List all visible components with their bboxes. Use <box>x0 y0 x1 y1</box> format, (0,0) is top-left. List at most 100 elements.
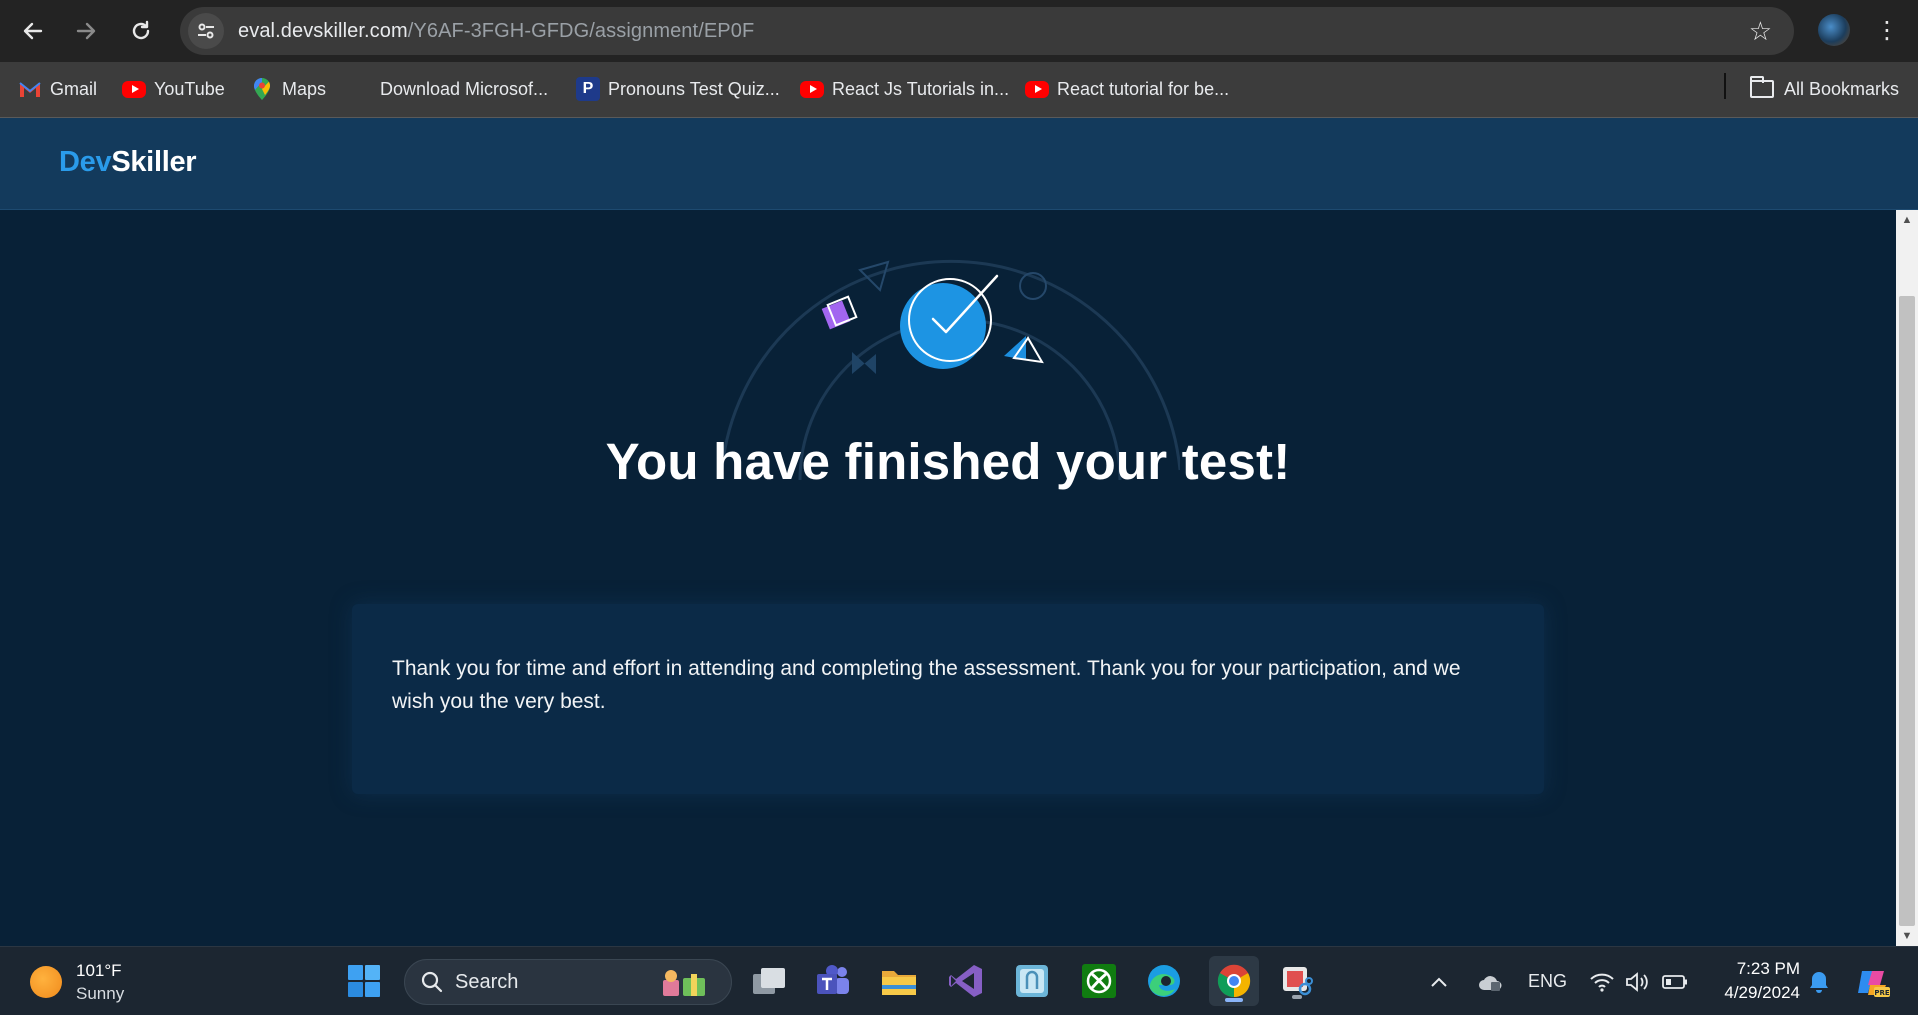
clock-time: 7:23 PM <box>1736 959 1800 978</box>
bookmark-label: Gmail <box>50 78 98 99</box>
wifi-icon <box>1590 973 1614 992</box>
sun-icon <box>30 966 62 998</box>
battery-icon <box>1662 974 1687 989</box>
tune-icon <box>198 23 214 39</box>
bookmark-label: React tutorial for be... <box>1057 78 1230 99</box>
weather-condition: Sunny <box>76 984 125 1003</box>
clock-date: 4/29/2024 <box>1724 983 1800 1002</box>
bookmark-microsoft[interactable]: Download Microsof... <box>350 74 548 104</box>
xbox-icon <box>1082 964 1116 998</box>
taskbar-search[interactable]: Search <box>404 959 732 1005</box>
reload-button[interactable] <box>122 12 160 50</box>
task-view-icon <box>753 968 785 994</box>
onedrive-button[interactable] <box>1477 947 1503 1015</box>
reload-icon <box>132 20 150 40</box>
bookmarks-divider <box>1724 73 1726 99</box>
snipping-tool-icon <box>1283 967 1313 996</box>
volume-icon <box>1626 971 1648 992</box>
system-clock[interactable]: 7:23 PM 4/29/2024 <box>1700 957 1800 1005</box>
windows-taskbar: 101°F Sunny Search ENG 7:23 PM 4/29/2024… <box>0 946 1918 1015</box>
back-button[interactable] <box>14 12 52 50</box>
volume-button[interactable] <box>1625 947 1651 1015</box>
wifi-button[interactable] <box>1590 947 1614 1015</box>
youtube-icon <box>800 80 824 98</box>
visual-studio-icon <box>949 965 982 997</box>
maps-icon <box>250 78 274 100</box>
page-scrollbar[interactable]: ▲ ▼ <box>1896 210 1918 946</box>
profile-avatar[interactable] <box>1818 14 1850 46</box>
weather-temperature: 101°F <box>76 961 122 980</box>
copilot-icon: PRE <box>1858 970 1890 997</box>
url-host: eval.devskiller.com <box>238 19 408 42</box>
snipping-tool-button[interactable] <box>1275 959 1319 1003</box>
scroll-down-arrow-icon[interactable]: ▼ <box>1896 926 1918 946</box>
edge-icon <box>1148 965 1180 997</box>
browser-toolbar: eval.devskiller.com/Y6AF-3FGH-GFDG/assig… <box>0 0 1918 62</box>
all-bookmarks-label: All Bookmarks <box>1784 78 1900 99</box>
browser-chrome: eval.devskiller.com/Y6AF-3FGH-GFDG/assig… <box>0 0 1918 118</box>
bookmark-gmail[interactable]: Gmail <box>18 74 97 104</box>
chrome-button[interactable] <box>1209 956 1259 1006</box>
gmail-icon <box>18 79 42 99</box>
teams-button[interactable] <box>811 959 855 1003</box>
bookmark-react-tutorial[interactable]: React tutorial for be... <box>1025 74 1229 104</box>
all-bookmarks-button[interactable]: All Bookmarks <box>1750 74 1899 104</box>
chevron-up-icon <box>1431 977 1447 987</box>
notifications-button[interactable] <box>1808 947 1830 1015</box>
completion-message: Thank you for time and effort in attendi… <box>392 657 1461 713</box>
app-icon <box>1016 965 1048 997</box>
back-arrow-icon <box>23 22 43 40</box>
url-text: eval.devskiller.com/Y6AF-3FGH-GFDG/assig… <box>238 20 754 43</box>
search-icon <box>421 971 443 993</box>
folder-icon <box>882 971 916 995</box>
site-info-button[interactable] <box>188 13 224 49</box>
scrollbar-thumb[interactable] <box>1899 296 1915 926</box>
check-circle-icon <box>900 283 986 369</box>
forward-arrow-icon <box>76 22 96 40</box>
bookmark-label: Pronouns Test Quiz... <box>608 78 780 99</box>
bookmark-label: Maps <box>282 78 327 99</box>
page-title: You have finished your test! <box>605 433 1291 490</box>
main-content: You have finished your test! Thank you f… <box>0 210 1896 946</box>
folder-icon <box>1750 76 1774 98</box>
search-highlight-icon <box>663 970 705 996</box>
logo-dev: Dev <box>59 146 112 178</box>
start-button[interactable] <box>342 959 386 1003</box>
bookmarks-bar: Gmail YouTube Maps Download Microsof... … <box>0 62 1918 118</box>
youtube-icon <box>1025 80 1049 98</box>
bookmark-maps[interactable]: Maps <box>250 74 326 104</box>
battery-button[interactable] <box>1662 947 1688 1015</box>
chrome-icon <box>1217 964 1251 998</box>
bookmark-star-icon[interactable]: ☆ <box>1749 16 1772 47</box>
browser-menu-icon[interactable]: ⋮ <box>1875 13 1899 49</box>
bowtie-decoration <box>852 352 876 374</box>
logo-skiller: Skiller <box>111 146 197 178</box>
bookmark-pronouns[interactable]: P Pronouns Test Quiz... <box>576 74 780 104</box>
language-indicator[interactable]: ENG <box>1528 947 1567 1015</box>
language-label: ENG <box>1528 971 1568 991</box>
forward-button[interactable] <box>67 12 105 50</box>
file-explorer-button[interactable] <box>877 959 921 1003</box>
bookmark-react-js[interactable]: React Js Tutorials in... <box>800 74 1009 104</box>
address-bar[interactable]: eval.devskiller.com/Y6AF-3FGH-GFDG/assig… <box>180 7 1794 55</box>
teams-icon <box>817 965 849 994</box>
xbox-button[interactable] <box>1077 959 1121 1003</box>
svg-text:PRE: PRE <box>1874 989 1890 997</box>
bell-icon <box>1810 971 1828 993</box>
copilot-button[interactable]: PRE <box>1856 947 1890 1015</box>
edge-button[interactable] <box>1142 959 1186 1003</box>
running-app-indicator <box>1292 995 1302 999</box>
bookmark-youtube[interactable]: YouTube <box>122 74 225 104</box>
devskiller-logo[interactable]: DevSkiller <box>59 146 197 179</box>
app-button[interactable] <box>1010 959 1054 1003</box>
weather-widget[interactable]: 101°F Sunny <box>30 959 124 1005</box>
microsoft-icon <box>350 78 372 100</box>
url-path: /Y6AF-3FGH-GFDG/assignment/EP0F <box>407 19 755 42</box>
task-view-button[interactable] <box>747 959 791 1003</box>
scroll-up-arrow-icon[interactable]: ▲ <box>1896 210 1918 230</box>
show-hidden-icons-button[interactable] <box>1430 947 1448 1015</box>
bookmark-label: YouTube <box>154 78 225 99</box>
active-app-indicator <box>1225 998 1243 1002</box>
bookmark-label: React Js Tutorials in... <box>832 78 1010 99</box>
visual-studio-button[interactable] <box>944 959 988 1003</box>
